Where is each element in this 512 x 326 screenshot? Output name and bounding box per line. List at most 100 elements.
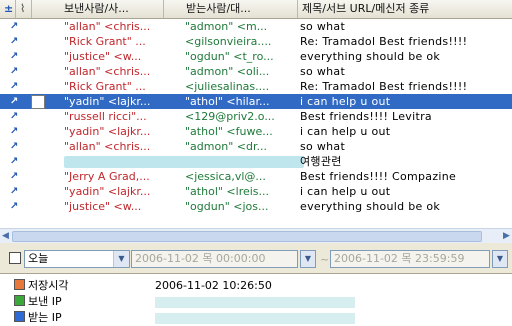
- sender-column-header[interactable]: 보낸사람/사...: [32, 0, 164, 18]
- arrow-up-right-icon: ↗: [10, 156, 19, 167]
- arrow-up-right-icon: ↗: [10, 201, 19, 212]
- start-datetime-picker[interactable]: 2006-11-02 목 00:00:00: [131, 250, 298, 268]
- subject-column-header[interactable]: 제목/서브 URL/메신저 종류: [298, 0, 512, 18]
- message-row[interactable]: ↗ "yadin" <lajkr... "athol" <lreis... i …: [0, 184, 512, 199]
- sender-cell: "justice" <w...: [64, 50, 142, 63]
- subject-cell: so what: [300, 140, 346, 153]
- message-row-redacted[interactable]: ↗ 여행관련: [0, 154, 512, 169]
- message-row[interactable]: ↗ "Rick Grant" ... <gilsonvieira.... Re:…: [0, 34, 512, 49]
- sender-cell: "russell ricci"...: [64, 110, 147, 123]
- subject-cell: i can help u out: [300, 185, 391, 198]
- message-row[interactable]: ↗ "yadin" <lajkr... "athol" <fuwe... i c…: [0, 124, 512, 139]
- start-datetime-dropdown[interactable]: ▼: [300, 250, 316, 268]
- subject-cell: so what: [300, 65, 346, 78]
- receiver-ip-redacted: [155, 313, 355, 324]
- message-list[interactable]: ↗ "allan" <chris... "admon" <m... so wha…: [0, 19, 512, 229]
- receiver-cell: "ogdun" <jos...: [185, 200, 269, 213]
- subject-cell: everything should be ok: [300, 50, 441, 63]
- horizontal-scrollbar[interactable]: ◀ ▶: [0, 228, 512, 243]
- receiver-cell: <jessica,vl@...: [185, 170, 266, 183]
- receiver-cell: "athol" <hilar...: [185, 95, 270, 108]
- arrow-up-right-icon: ↗: [10, 96, 19, 107]
- chevron-down-icon[interactable]: ▼: [493, 251, 507, 267]
- range-select[interactable]: 오늘 ▼: [24, 250, 130, 268]
- sender-cell: "Rick Grant" ...: [64, 80, 146, 93]
- arrow-up-right-icon: ↗: [10, 66, 19, 77]
- sender-cell: "allan" <chris...: [64, 140, 151, 153]
- receiver-cell: "athol" <lreis...: [185, 185, 270, 198]
- sender-cell: "allan" <chris...: [64, 20, 151, 33]
- sender-ip-redacted: [155, 297, 355, 308]
- sender-cell: "allan" <chris...: [64, 65, 151, 78]
- chevron-down-icon[interactable]: ▼: [113, 251, 129, 267]
- end-datetime-picker[interactable]: 2006-11-02 목 23:59:59: [330, 250, 490, 268]
- message-row[interactable]: ↗ "russell ricci"... <129@priv2.o... Bes…: [0, 109, 512, 124]
- sender-cell: "yadin" <lajkr...: [64, 95, 151, 108]
- range-checkbox[interactable]: [9, 252, 21, 264]
- sender-cell: "yadin" <lajkr...: [64, 125, 151, 138]
- receiver-cell: <gilsonvieira....: [185, 35, 272, 48]
- arrow-up-right-icon: ↗: [10, 111, 19, 122]
- start-datetime-value: 2006-11-02 목 00:00:00: [135, 252, 266, 265]
- sender-cell: "Jerry A Grad,...: [64, 170, 150, 183]
- message-row[interactable]: ↗ "allan" <chris... "admon" <oli... so w…: [0, 64, 512, 79]
- receiver-column-label: 받는사람/대...: [186, 2, 251, 15]
- sender-cell: "Rick Grant" ...: [64, 35, 146, 48]
- priority-column-header[interactable]: ±: [0, 0, 16, 18]
- arrow-up-right-icon: ↗: [10, 186, 19, 197]
- sender-ip-label: 보낸 IP: [28, 295, 62, 308]
- saved-time-label: 저장시각: [28, 279, 69, 292]
- green-square-icon: [14, 295, 25, 306]
- message-row[interactable]: ↗ "justice" <w... "ogdun" <t_ro... every…: [0, 49, 512, 64]
- column-header: ± ⌇ 보낸사람/사... 받는사람/대... 제목/서브 URL/메신저 종류: [0, 0, 512, 19]
- subject-cell: so what: [300, 20, 346, 33]
- range-select-value: 오늘: [28, 252, 49, 265]
- orange-square-icon: [14, 279, 25, 290]
- paperclip-icon: ⌇: [20, 2, 26, 15]
- receiver-cell: "admon" <m...: [185, 20, 268, 33]
- subject-cell: i can help u out: [300, 125, 391, 138]
- subject-cell: Best friends!!!! Compazine: [300, 170, 457, 183]
- end-datetime-dropdown[interactable]: ▼: [492, 250, 508, 268]
- receiver-ip-label: 받는 IP: [28, 311, 62, 324]
- sender-cell: "yadin" <lajkr...: [64, 185, 151, 198]
- message-row-selected[interactable]: ↗ "yadin" <lajkr... "athol" <hilar... i …: [0, 94, 512, 109]
- scroll-right-icon[interactable]: ▶: [501, 230, 512, 242]
- subject-cell: Best friends!!!! Levitra: [300, 110, 432, 123]
- subject-cell: 여행관련: [300, 155, 342, 168]
- arrow-up-right-icon: ↗: [10, 81, 19, 92]
- receiver-ip-row: 받는 IP: [14, 311, 62, 325]
- subject-cell: Re: Tramadol Best friends!!!!: [300, 80, 468, 93]
- redacted-area: [64, 156, 304, 168]
- message-row[interactable]: ↗ "allan" <chris... "admon" <dr... so wh…: [0, 139, 512, 154]
- subject-cell: Re: Tramadol Best friends!!!!: [300, 35, 468, 48]
- receiver-cell: "admon" <dr...: [185, 140, 267, 153]
- receiver-cell: "admon" <oli...: [185, 65, 270, 78]
- arrow-up-right-icon: ↗: [10, 171, 19, 182]
- saved-time-row: 저장시각: [14, 279, 68, 293]
- message-row[interactable]: ↗ "justice" <w... "ogdun" <jos... everyt…: [0, 199, 512, 214]
- focus-cell-indicator: [31, 95, 45, 109]
- receiver-cell: <juliesalinas....: [185, 80, 270, 93]
- message-row[interactable]: ↗ "Rick Grant" ... <juliesalinas.... Re:…: [0, 79, 512, 94]
- scroll-left-icon[interactable]: ◀: [0, 230, 11, 242]
- arrow-up-right-icon: ↗: [10, 126, 19, 137]
- receiver-cell: "ogdun" <t_ro...: [185, 50, 274, 63]
- subject-cell: everything should be ok: [300, 200, 441, 213]
- arrow-up-right-icon: ↗: [10, 51, 19, 62]
- date-filter-bar: 오늘 ▼ 2006-11-02 목 00:00:00 ▼ ~ 2006-11-0…: [0, 243, 512, 273]
- arrow-up-right-icon: ↗: [10, 141, 19, 152]
- sender-column-label: 보낸사람/사...: [64, 2, 129, 15]
- chevron-down-icon[interactable]: ▼: [301, 251, 315, 267]
- saved-time-value: 2006-11-02 10:26:50: [155, 279, 272, 292]
- end-datetime-value: 2006-11-02 목 23:59:59: [334, 252, 465, 265]
- attachment-column-header[interactable]: ⌇: [16, 0, 32, 18]
- message-detail-pane: 저장시각 2006-11-02 10:26:50 보낸 IP 받는 IP: [0, 273, 512, 326]
- receiver-cell: <129@priv2.o...: [185, 110, 275, 123]
- message-row[interactable]: ↗ "allan" <chris... "admon" <m... so wha…: [0, 19, 512, 34]
- plus-minus-icon: ±: [4, 2, 14, 15]
- blue-square-icon: [14, 311, 25, 322]
- message-row[interactable]: ↗ "Jerry A Grad,... <jessica,vl@... Best…: [0, 169, 512, 184]
- receiver-column-header[interactable]: 받는사람/대...: [164, 0, 298, 18]
- scrollbar-thumb[interactable]: [12, 231, 482, 242]
